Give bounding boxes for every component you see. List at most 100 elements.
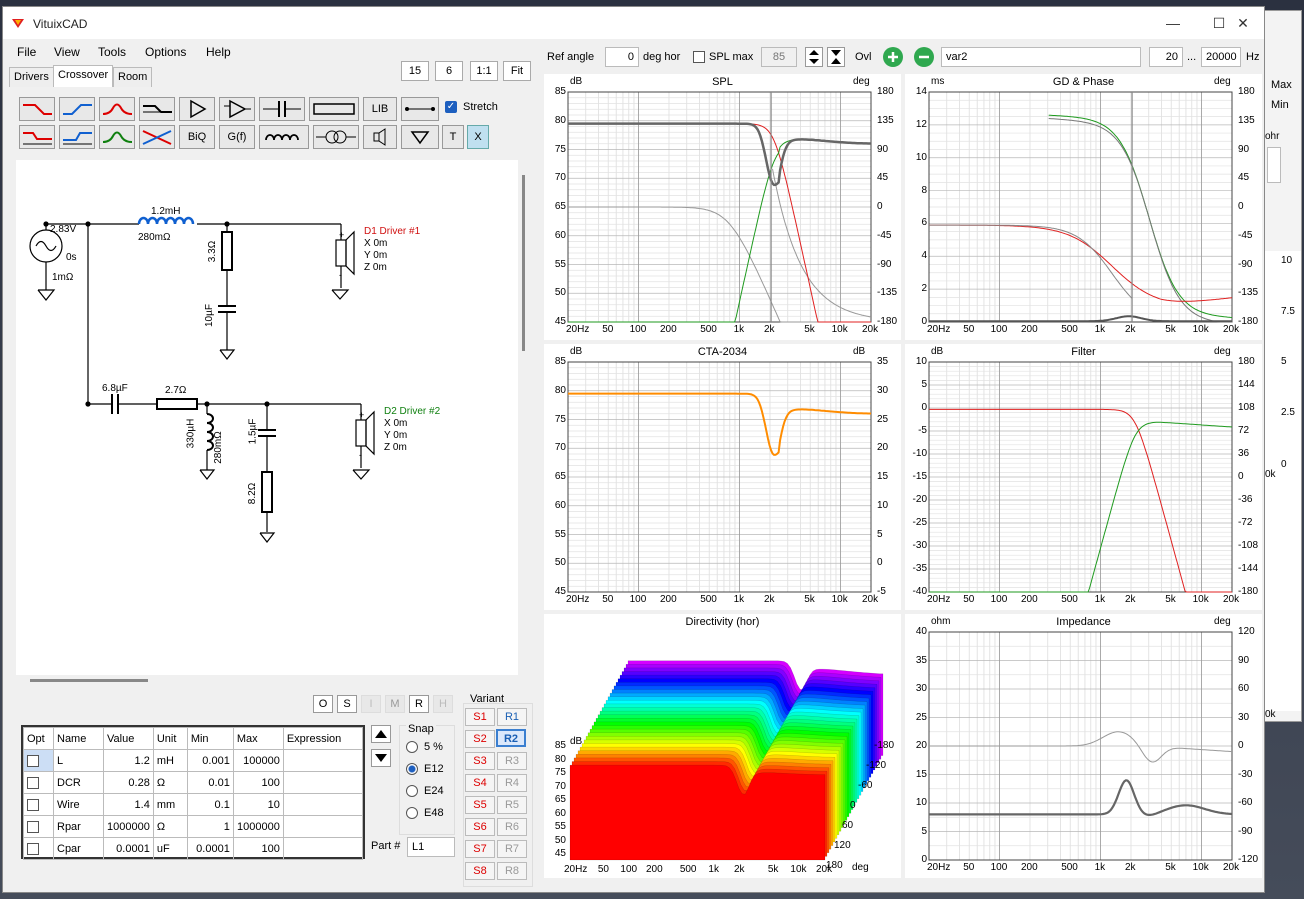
variant-s7-button[interactable]: S7: [465, 840, 495, 858]
snap-e12-radio[interactable]: E12: [406, 763, 444, 776]
param-max[interactable]: 100: [232, 771, 284, 794]
variant-name-input[interactable]: var2: [941, 47, 1141, 67]
param-max[interactable]: 100: [232, 837, 284, 860]
r-button[interactable]: R: [409, 695, 429, 713]
freq-low-input[interactable]: 20: [1149, 47, 1183, 67]
table-row[interactable]: Cpar 0.0001 uF 0.0001 100: [23, 837, 364, 860]
param-expression[interactable]: [282, 771, 364, 794]
param-expression[interactable]: [282, 749, 364, 772]
close-button[interactable]: ✕: [1220, 7, 1264, 39]
zoom-1to1-button[interactable]: 1:1: [470, 61, 498, 81]
spl-up-down-spinner[interactable]: [805, 47, 823, 67]
param-expression[interactable]: [282, 793, 364, 816]
lowpass-1st-button[interactable]: [19, 97, 55, 121]
zoom-6-button[interactable]: 6: [435, 61, 463, 81]
part-number-input[interactable]: L1: [407, 837, 455, 857]
table-row[interactable]: Wire 1.4 mm 0.1 10: [23, 793, 364, 816]
variant-r1-button[interactable]: R1: [497, 708, 527, 726]
move-down-button[interactable]: [371, 749, 391, 767]
variant-s5-button[interactable]: S5: [465, 796, 495, 814]
tab-crossover[interactable]: Crossover: [53, 65, 114, 87]
opt-checkbox[interactable]: [27, 754, 39, 767]
lowpass-2nd-button[interactable]: [19, 125, 55, 149]
param-value[interactable]: 0.28: [103, 771, 154, 794]
param-min[interactable]: 0.001: [186, 749, 234, 772]
menu-tools[interactable]: Tools: [98, 45, 126, 59]
inductor-l1-symbol[interactable]: [137, 216, 195, 225]
ground-button[interactable]: [401, 125, 439, 149]
resistor-button[interactable]: [309, 97, 359, 121]
variant-s1-button[interactable]: S1: [465, 708, 495, 726]
variant-s3-button[interactable]: S3: [465, 752, 495, 770]
variant-s2-button[interactable]: S2: [465, 730, 495, 748]
move-up-button[interactable]: [371, 725, 391, 743]
param-max[interactable]: 1000000: [232, 815, 284, 838]
highpass-1st-button[interactable]: [59, 97, 95, 121]
table-row[interactable]: L 1.2 mH 0.001 100000: [23, 749, 364, 772]
h-button[interactable]: H: [433, 695, 453, 713]
snap-e24-radio[interactable]: E24: [406, 785, 444, 798]
variant-r3-button[interactable]: R3: [497, 752, 527, 770]
schematic-hscrollbar[interactable]: [30, 679, 148, 682]
zoom-fit-button[interactable]: Fit: [503, 61, 531, 81]
ref-angle-input[interactable]: 0: [605, 47, 639, 67]
param-min[interactable]: 0.0001: [186, 837, 234, 860]
param-max[interactable]: 100000: [232, 749, 284, 772]
opt-checkbox[interactable]: [27, 776, 39, 789]
snap-5pct-radio[interactable]: 5 %: [406, 741, 443, 754]
impedance-chart[interactable]: Impedance ohm deg 40 35 30 25 20 15 10 5 0 120 90 60 30…: [905, 614, 1262, 878]
variant-r2-button[interactable]: R2: [496, 729, 526, 747]
menu-options[interactable]: Options: [145, 45, 186, 59]
schematic-canvas[interactable]: + - + - 2.83V 0s 1mΩ 1.2mH 280mΩ 3.3Ω 10µF…: [16, 160, 518, 675]
variant-s8-button[interactable]: S8: [465, 862, 495, 880]
i-button[interactable]: I: [361, 695, 381, 713]
x-button[interactable]: X: [467, 125, 489, 149]
param-value[interactable]: 0.0001: [103, 837, 154, 860]
param-value[interactable]: 1.4: [103, 793, 154, 816]
peak-filter-button[interactable]: [99, 125, 135, 149]
table-row[interactable]: DCR 0.28 Ω 0.01 100: [23, 771, 364, 794]
variant-s4-button[interactable]: S4: [465, 774, 495, 792]
biquad-button[interactable]: BiQ: [179, 125, 215, 149]
amplifier-button[interactable]: [179, 97, 215, 121]
variant-s6-button[interactable]: S6: [465, 818, 495, 836]
variant-r4-button[interactable]: R4: [497, 774, 527, 792]
opamp-button[interactable]: [219, 97, 255, 121]
spl-chart[interactable]: SPL dB deg 85 80 75 70 65 60 55 50 45 180 135 90 45 0 -45…: [544, 74, 901, 340]
stretch-checkbox[interactable]: ✓: [445, 101, 457, 113]
param-expression[interactable]: [282, 815, 364, 838]
capacitor-button[interactable]: [259, 97, 305, 121]
minimize-button[interactable]: —: [1150, 7, 1196, 39]
allpass-button[interactable]: [139, 125, 175, 149]
menu-view[interactable]: View: [54, 45, 80, 59]
s-button[interactable]: S: [337, 695, 357, 713]
param-expression[interactable]: [282, 837, 364, 860]
tab-drivers[interactable]: Drivers: [9, 67, 54, 87]
spl-max-checkbox[interactable]: [693, 51, 705, 63]
spl-max-input[interactable]: 85: [761, 47, 797, 67]
opt-checkbox[interactable]: [27, 820, 39, 833]
freq-high-input[interactable]: 20000: [1201, 47, 1241, 67]
transformer-button[interactable]: [313, 125, 359, 149]
library-button[interactable]: LIB: [363, 97, 397, 121]
directivity-chart[interactable]: Directivity (hor) dB 85 80 75 70 65 60 55 50 45 -18…: [544, 614, 901, 878]
spl-fit-button[interactable]: [827, 47, 845, 67]
title-bar[interactable]: VituixCAD — ☐ ✕: [3, 7, 1264, 39]
variant-r6-button[interactable]: R6: [497, 818, 527, 836]
param-value[interactable]: 1.2: [103, 749, 154, 772]
gd-phase-chart[interactable]: GD & Phase ms deg 14 12 10 8 6 4 2 0 180 135 90 45 0 -45…: [905, 74, 1262, 340]
gf-button[interactable]: G(f): [219, 125, 255, 149]
add-overlay-button[interactable]: [883, 47, 903, 67]
bandpass-button[interactable]: [99, 97, 135, 121]
driver-button[interactable]: [363, 125, 397, 149]
inductor-button[interactable]: [259, 125, 309, 149]
cta2034-chart[interactable]: CTA-2034 dB dB 85 80 75 70 65 60 55 50 45 35 30 25 20 15…: [544, 344, 901, 610]
o-button[interactable]: O: [313, 695, 333, 713]
wire-button[interactable]: [401, 97, 439, 121]
variant-r8-button[interactable]: R8: [497, 862, 527, 880]
variant-r5-button[interactable]: R5: [497, 796, 527, 814]
schematic-vscrollbar[interactable]: [522, 175, 525, 351]
variant-r7-button[interactable]: R7: [497, 840, 527, 858]
param-min[interactable]: 0.01: [186, 771, 234, 794]
filter-chart[interactable]: Filter dB deg 10 5 0 -5 -10 -15 -20 -25 -30 -35 -40 18…: [905, 344, 1262, 610]
